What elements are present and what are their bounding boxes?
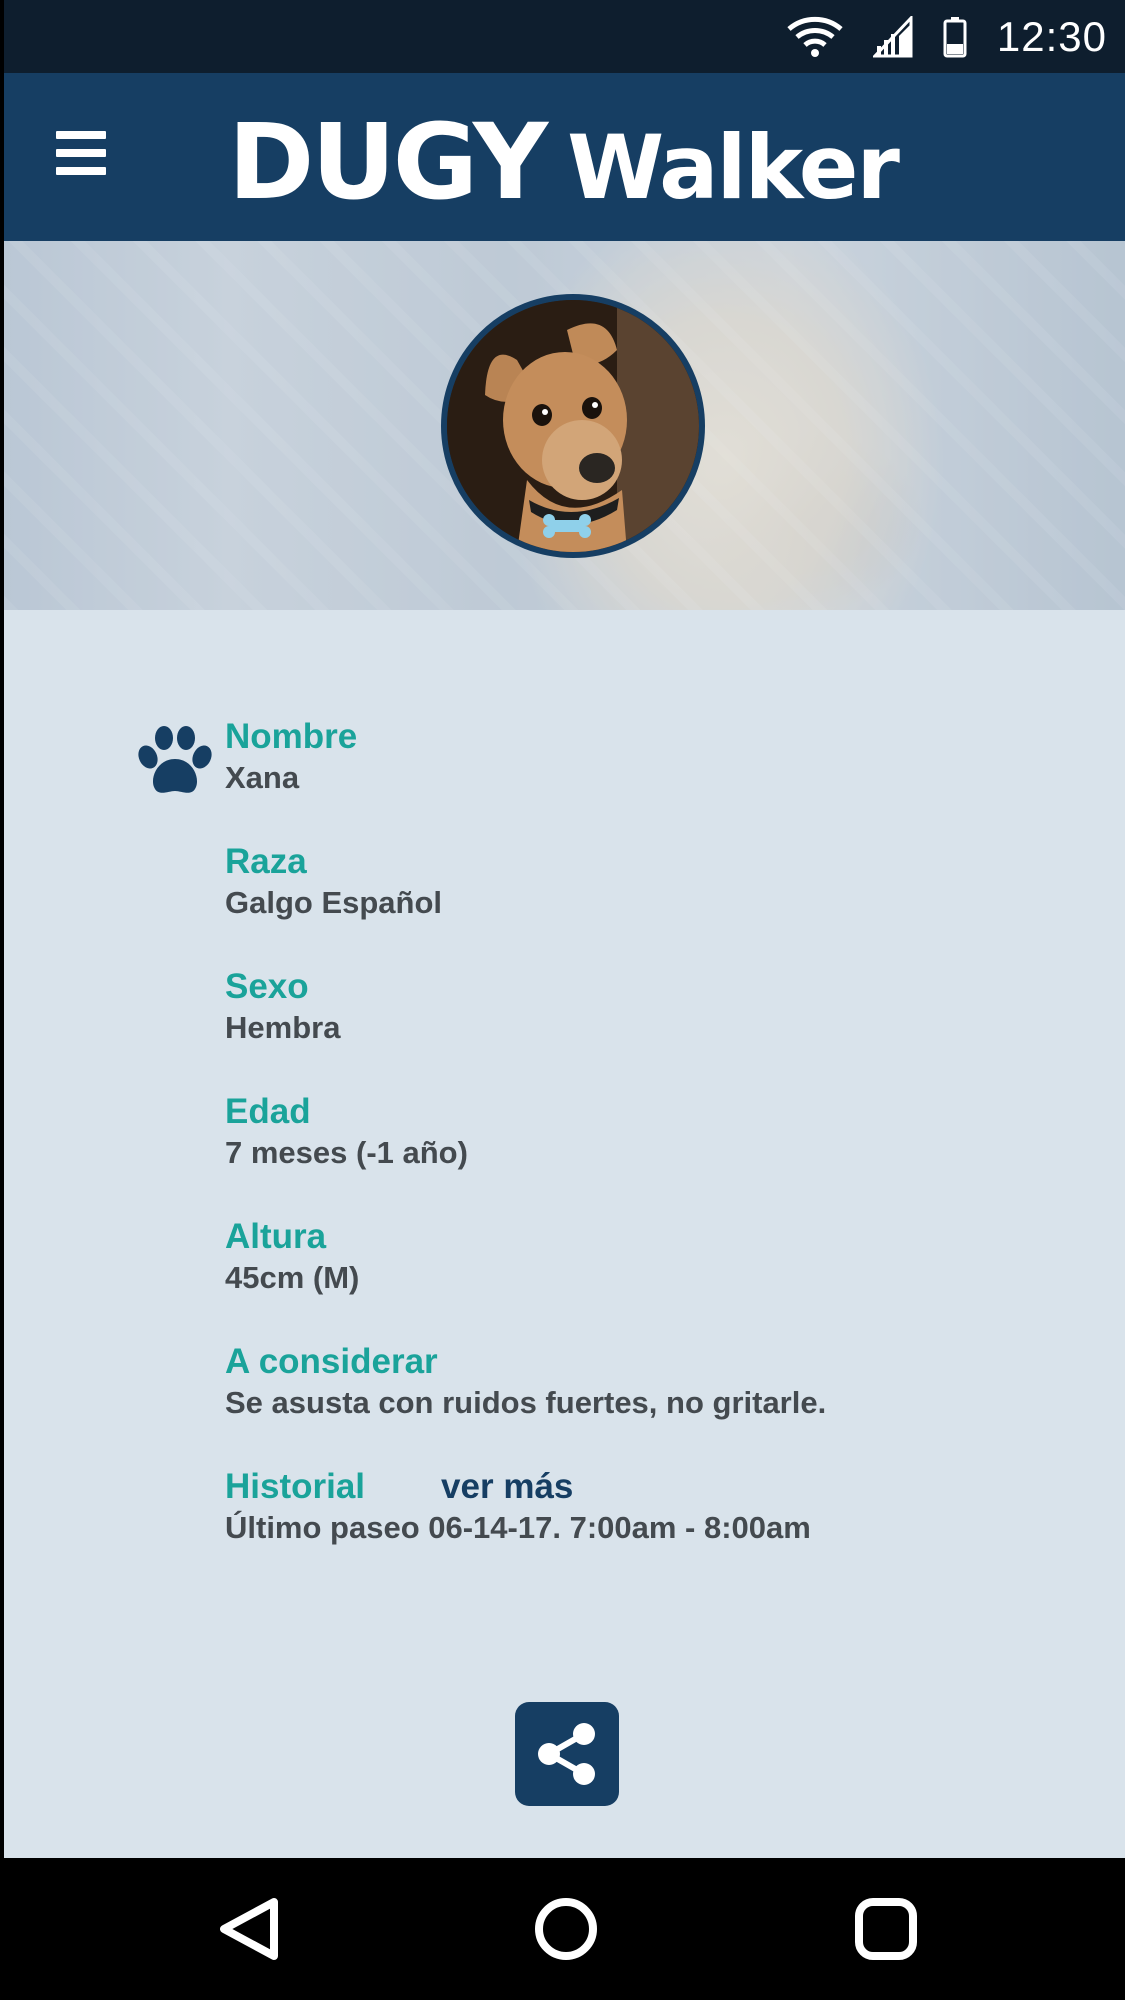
recents-icon: [855, 1898, 917, 1960]
status-bar: 12:30: [4, 0, 1125, 73]
field-value: 45cm (M): [225, 1260, 360, 1295]
back-icon: [220, 1898, 278, 1960]
recents-button[interactable]: [826, 1858, 946, 2000]
navigation-bar: [0, 1858, 1125, 2000]
field-raza: Raza Galgo Español: [225, 841, 442, 923]
paw-icon: [138, 726, 212, 793]
menu-icon[interactable]: [56, 131, 106, 183]
hero-banner: [4, 241, 1125, 610]
field-altura: Altura 45cm (M): [225, 1216, 359, 1298]
status-icons: 12:30: [787, 0, 1107, 73]
field-value: Se asusta con ruidos fuertes, no gritarl…: [225, 1385, 827, 1420]
field-label: Raza: [225, 842, 307, 881]
app-bar: DUGY Walker: [4, 73, 1125, 241]
share-icon: [538, 1723, 595, 1785]
field-historial: Historial ver más Último paseo 06-14-17.…: [225, 1466, 811, 1548]
field-label: Sexo: [225, 967, 309, 1006]
battery-icon: [943, 16, 967, 57]
history-header: Historial ver más: [225, 1466, 811, 1508]
field-edad: Edad 7 meses (-1 año): [225, 1091, 468, 1173]
field-value: Galgo Español: [225, 885, 443, 920]
home-button[interactable]: [506, 1858, 626, 2000]
field-value: Hembra: [225, 1010, 341, 1045]
field-value: Último paseo 06-14-17. 7:00am - 8:00am: [225, 1510, 811, 1545]
field-value: 7 meses (-1 año): [225, 1135, 468, 1170]
field-label: Edad: [225, 1092, 311, 1131]
field-sexo: Sexo Hembra: [225, 966, 340, 1048]
field-label: Historial: [225, 1467, 366, 1506]
field-label: Nombre: [225, 717, 358, 756]
field-value: Xana: [225, 760, 300, 795]
app-subtitle: Walker: [567, 116, 900, 219]
pet-details: Nombre Xana Raza Galgo Español Sexo Hemb…: [4, 610, 1125, 1858]
signal-icon: [872, 15, 913, 57]
dog-photo: [447, 300, 699, 552]
pet-avatar[interactable]: [441, 294, 705, 558]
field-label: Altura: [225, 1217, 327, 1256]
wifi-icon: [787, 16, 843, 57]
share-button[interactable]: [515, 1702, 619, 1806]
screen: 12:30 DUGY Walker Nombre Xana Raza Galgo…: [0, 0, 1125, 2000]
status-time: 12:30: [996, 12, 1107, 60]
app-brand: DUGY: [228, 101, 548, 223]
home-icon: [535, 1898, 597, 1960]
field-nombre: Nombre Xana: [225, 716, 357, 798]
back-button[interactable]: [189, 1858, 309, 2000]
app-logo: DUGY Walker: [228, 101, 900, 223]
field-label: A considerar: [225, 1342, 438, 1381]
field-a-considerar: A considerar Se asusta con ruidos fuerte…: [225, 1341, 826, 1423]
ver-mas-link[interactable]: ver más: [441, 1466, 573, 1508]
